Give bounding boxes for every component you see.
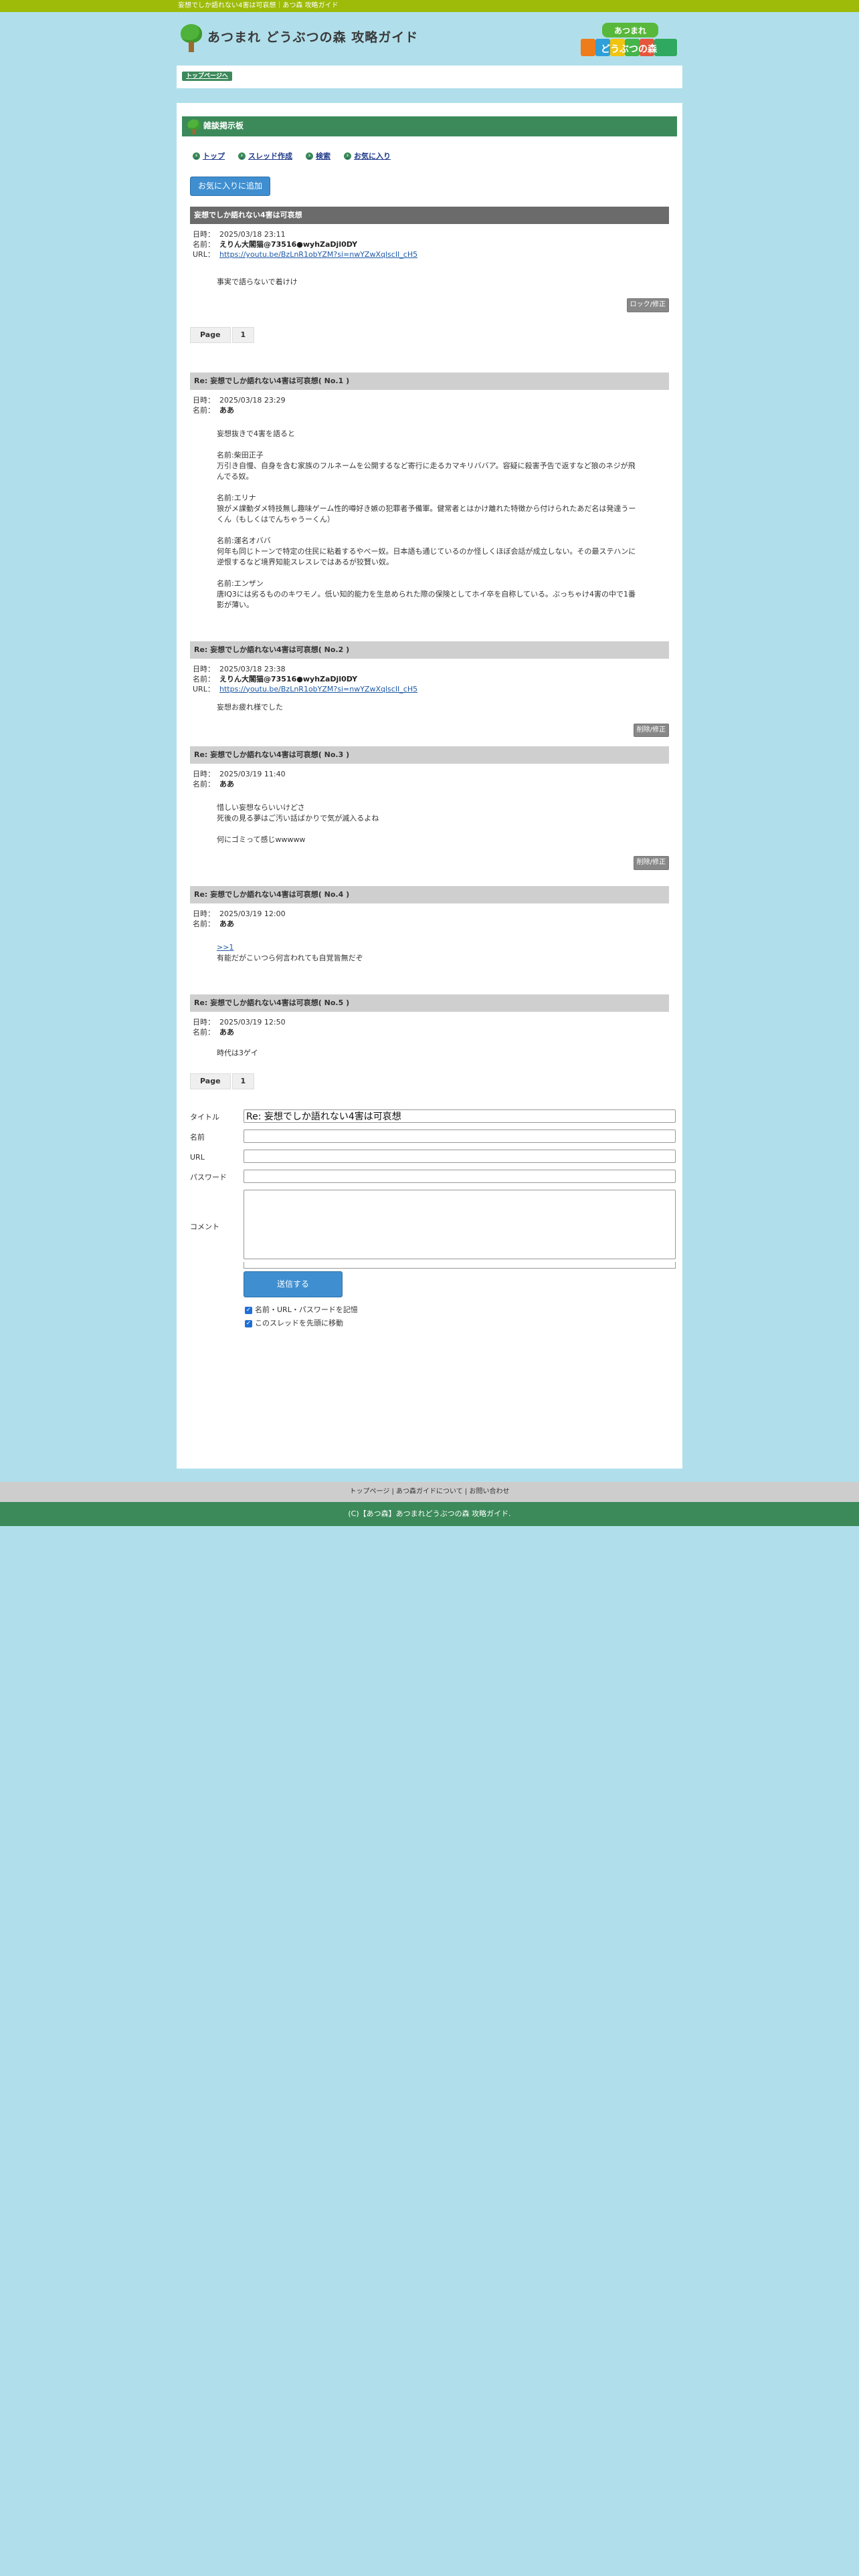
submit-button[interactable]: 送信する <box>244 1271 343 1298</box>
reply-body: 時代は3ゲイ <box>217 1048 258 1057</box>
page-1-link[interactable]: 1 <box>231 1073 255 1089</box>
remember-label: 名前・URL・パスワードを記憶 <box>255 1305 358 1315</box>
url-label: URL <box>190 1152 205 1162</box>
reply-meta: 日時： 2025/03/19 12:00 名前： ああ <box>193 909 286 928</box>
page-label: Page <box>190 326 231 343</box>
move-top-label: このスレッドを先頭に移動 <box>255 1319 343 1328</box>
breadcrumb-top-link[interactable]: トップページへ <box>182 72 232 81</box>
reply-body: 惜しい妄想ならいいけどさ 死後の見る夢はご汚い話ばかりで気が滅入るよね 何にゴミ… <box>217 803 379 845</box>
thread-title: 妄想でしか語れない4害は可哀想 <box>190 207 669 225</box>
reply-title: Re: 妄想でしか語れない4害は可哀想( No.4 ) <box>190 885 669 903</box>
nav-top-link[interactable]: › トップ <box>193 151 225 162</box>
page-label: Page <box>190 1073 231 1089</box>
thread-date: 2025/03/18 23:11 <box>219 230 286 239</box>
thread-meta: 日時： 2025/03/18 23:11 名前： えりん大閣猫@73516●wyhZ… <box>193 230 418 259</box>
thread-body: 事実で語らないで着けけ <box>217 278 298 287</box>
name-input[interactable] <box>244 1129 676 1143</box>
reply-body: 妄想お疲れ様でした <box>217 702 283 712</box>
thread-url-link[interactable]: https://youtu.be/BzLnR1obYZM?si=nwYZwXql… <box>219 250 417 259</box>
thread-author: えりん大閣猫@73516●wyhZaDjl0DY <box>219 240 358 249</box>
reply-form: タイトル Re: 妄想でしか語れない4害は可哀想 名前 URL パスワード コメ… <box>190 1109 682 1328</box>
bbs-title: 雑談掲示板 <box>203 121 244 131</box>
comment-textarea[interactable] <box>244 1189 676 1259</box>
url-input[interactable] <box>244 1149 676 1163</box>
nav-favorites-link[interactable]: › お気に入り <box>344 151 391 162</box>
reply-title: Re: 妄想でしか語れない4害は可哀想( No.5 ) <box>190 994 669 1012</box>
reply-meta: 日時： 2025/03/19 11:40 名前： ああ <box>193 770 286 789</box>
reply-url-link[interactable]: https://youtu.be/BzLnR1obYZM?si=nwYZwXql… <box>219 685 417 693</box>
checkbox-checked-icon[interactable]: ✓ <box>245 1319 252 1327</box>
site-title: あつまれ どうぶつの森 攻略ガイド <box>207 30 419 45</box>
footer-links[interactable]: トップページ | あつ森ガイドについて | お問い合わせ <box>0 1482 859 1502</box>
add-favorite-button[interactable]: お気に入りに追加 <box>190 176 271 197</box>
top-bar-text: 妄想でしか語れない4害は可哀想｜あつ森 攻略ガイド <box>178 2 339 9</box>
password-input[interactable] <box>244 1169 676 1183</box>
reply-title: Re: 妄想でしか語れない4害は可哀想( No.2 ) <box>190 641 669 659</box>
reply-anchor-link[interactable]: >>1 <box>217 943 233 952</box>
title-input[interactable]: Re: 妄想でしか語れない4害は可哀想 <box>244 1109 676 1123</box>
bbs-header: 雑談掲示板 <box>182 116 677 136</box>
arrow-icon: › <box>344 152 351 160</box>
bbs-nav: › トップ › スレッド作成 › 検索 › お気に入り <box>193 151 682 162</box>
top-bar: 妄想でしか語れない4害は可哀想｜あつ森 攻略ガイド <box>0 0 859 12</box>
name-label: 名前 <box>190 1132 205 1142</box>
title-label: タイトル <box>190 1112 219 1121</box>
comment-label: コメント <box>190 1222 219 1231</box>
remember-checkbox-row[interactable]: ✓ 名前・URL・パスワードを記憶 <box>245 1305 682 1315</box>
site-header: あつまれ どうぶつの森 攻略ガイド あつまれ どうぶつの森 <box>177 12 682 66</box>
arrow-icon: › <box>238 152 246 160</box>
pager-top: Page 1 <box>190 326 682 343</box>
page-1-link[interactable]: 1 <box>231 326 255 343</box>
reply-title: Re: 妄想でしか語れない4害は可哀想( No.3 ) <box>190 746 669 764</box>
reply-meta: 日時： 2025/03/18 23:29 名前： ああ <box>193 395 286 415</box>
arrow-icon: › <box>193 152 200 160</box>
nav-search-link[interactable]: › 検索 <box>306 151 330 162</box>
breadcrumb-bar: トップページへ <box>177 66 682 88</box>
delete-edit-button[interactable]: 削除/修正 <box>633 723 669 738</box>
site-logo[interactable]: あつまれ どうぶつの森 攻略ガイド <box>179 23 418 53</box>
reply-body: 妄想抜きで4害を語ると 名前:柴田正子 万引き自慢、自身を含む家族のフルネームを… <box>217 429 636 609</box>
tree-icon <box>179 23 203 53</box>
lock-edit-button[interactable]: ロック/修正 <box>626 298 669 312</box>
logo-text-bottom: どうぶつの森 <box>601 43 658 55</box>
tree-icon <box>187 118 201 134</box>
comment-resize-bar <box>244 1261 676 1269</box>
arrow-icon: › <box>306 152 313 160</box>
logo-text-top: あつまれ <box>614 26 646 35</box>
copyright: (C)【あつ森】あつまれどうぶつの森 攻略ガイド. <box>0 1502 859 1526</box>
password-label: パスワード <box>190 1172 227 1182</box>
reply-title: Re: 妄想でしか語れない4害は可哀想( No.1 ) <box>190 372 669 390</box>
checkbox-checked-icon[interactable]: ✓ <box>245 1306 252 1314</box>
move-top-checkbox-row[interactable]: ✓ このスレッドを先頭に移動 <box>245 1319 682 1328</box>
main-content: 雑談掲示板 › トップ › スレッド作成 › 検索 › お気に入り お気に入りに追加 妄… <box>177 103 682 1469</box>
nav-create-thread-link[interactable]: › スレッド作成 <box>238 151 292 162</box>
pager-bottom: Page 1 <box>190 1073 682 1089</box>
delete-edit-button[interactable]: 削除/修正 <box>633 856 669 870</box>
reply-body: >>1 有能だがこいつら何言われても自覚皆無だぞ <box>217 942 363 962</box>
animal-crossing-logo: あつまれ どうぶつの森 <box>581 23 677 56</box>
reply-meta: 日時： 2025/03/18 23:38 名前： えりん大閣猫@73516●wyhZ… <box>193 664 418 693</box>
reply-meta: 日時： 2025/03/19 12:50 名前： ああ <box>193 1017 286 1037</box>
